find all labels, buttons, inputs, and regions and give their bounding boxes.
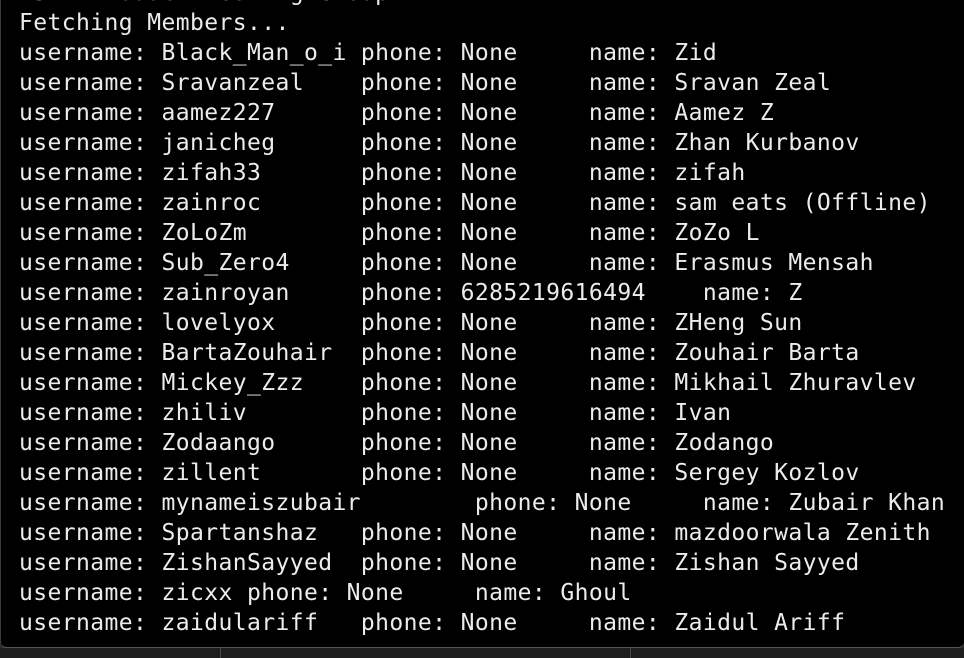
- divider: [220, 648, 221, 658]
- member-row: username: janicheg phone: None name: Zha…: [19, 130, 860, 156]
- divider: [630, 648, 631, 658]
- member-row: username: aamez227 phone: None name: Aam…: [19, 100, 775, 126]
- member-row: username: zainroyan phone: 6285219616494…: [19, 280, 803, 306]
- member-row: username: zaidulariff phone: None name: …: [19, 610, 846, 636]
- member-row: username: Zodaango phone: None name: Zod…: [19, 430, 775, 456]
- terminal-window[interactable]: 15 - Product Testing Group Fetching Membe…: [0, 0, 964, 648]
- member-row: username: Sravanzeal phone: None name: S…: [19, 70, 832, 96]
- member-row: username: ZoLoZm phone: None name: ZoZo …: [19, 220, 760, 246]
- member-row: username: zainroc phone: None name: sam …: [19, 190, 931, 216]
- member-row: username: ZishanSayyed phone: None name:…: [19, 550, 860, 576]
- terminal-line-group-title: 15 - Product Testing Group: [19, 0, 945, 8]
- member-row: username: BartaZouhair phone: None name:…: [19, 340, 860, 366]
- terminal-output: 15 - Product Testing Group Fetching Membe…: [19, 0, 945, 638]
- member-row: username: Sub_Zero4 phone: None name: Er…: [19, 250, 874, 276]
- member-row: username: lovelyox phone: None name: ZHe…: [19, 310, 803, 336]
- member-row: username: mynameiszubair phone: None nam…: [19, 490, 946, 516]
- member-row: username: zicxx phone: None name: Ghoul: [19, 580, 632, 606]
- member-row: username: zillent phone: None name: Serg…: [19, 460, 860, 486]
- member-row: username: Mickey_Zzz phone: None name: M…: [19, 370, 917, 396]
- terminal-line-status: Fetching Members...: [19, 10, 290, 36]
- window-bottom-edge: [0, 648, 964, 658]
- member-row: username: Black_Man_o_i phone: None name…: [19, 40, 718, 66]
- member-row: username: Spartanshaz phone: None name: …: [19, 520, 931, 546]
- member-row: username: zhiliv phone: None name: Ivan: [19, 400, 732, 426]
- member-row: username: zifah33 phone: None name: zifa…: [19, 160, 746, 186]
